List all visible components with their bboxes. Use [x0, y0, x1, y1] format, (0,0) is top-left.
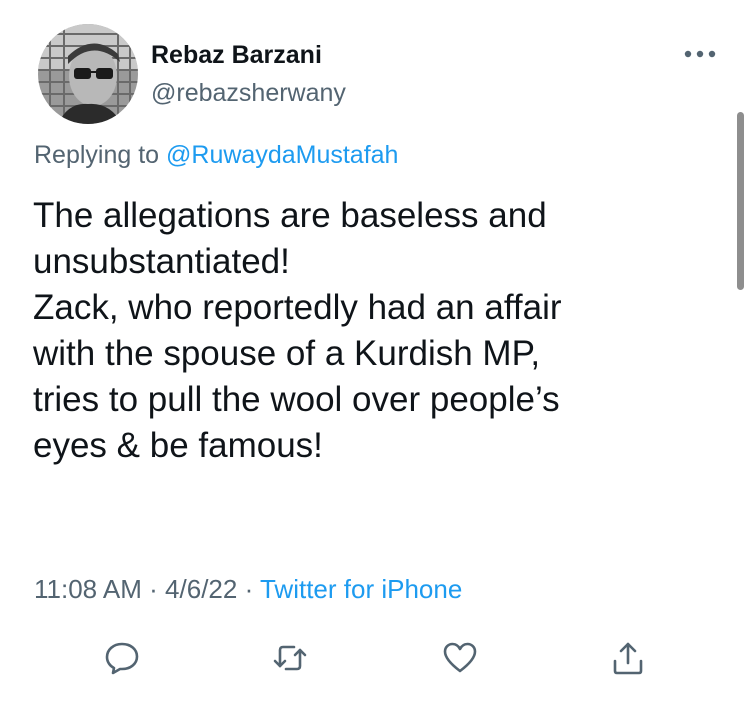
tweet-text-line: with the spouse of a Kurdish MP,	[33, 334, 541, 373]
tweet-text-line: tries to pull the wool over people’s	[33, 380, 560, 419]
reply-mention-link[interactable]: @RuwaydaMustafah	[166, 141, 398, 169]
tweet-date[interactable]: 4/6/22	[165, 574, 237, 604]
user-handle[interactable]: @rebazsherwany	[151, 79, 346, 108]
replying-to: Replying to @RuwaydaMustafah	[34, 141, 398, 170]
tweet-meta: 11:08 AM · 4/6/22 · Twitter for iPhone	[34, 574, 462, 605]
reply-button[interactable]	[102, 638, 142, 678]
more-options-button[interactable]	[682, 44, 718, 64]
share-icon	[613, 642, 643, 675]
tweet-text-line: eyes & be famous!	[33, 426, 323, 465]
meta-separator: ·	[237, 574, 260, 604]
tweet-text-line: unsubstantiated!	[33, 242, 290, 281]
share-button[interactable]	[608, 638, 648, 678]
tweet-source-link[interactable]: Twitter for iPhone	[260, 574, 462, 604]
tweet-text-line: Zack, who reportedly had an affair	[33, 288, 562, 327]
reply-icon	[105, 642, 139, 675]
tweet-time[interactable]: 11:08 AM	[34, 574, 142, 604]
retweet-button[interactable]	[270, 638, 310, 678]
like-button[interactable]	[440, 638, 480, 678]
display-name[interactable]: Rebaz Barzani	[151, 41, 322, 70]
tweet-text-line: The allegations are baseless and	[33, 196, 547, 235]
avatar[interactable]	[38, 24, 138, 124]
retweet-icon	[273, 645, 307, 671]
avatar-photo	[38, 24, 138, 124]
meta-separator: ·	[141, 574, 166, 604]
more-icon	[684, 50, 716, 58]
replying-to-label: Replying to	[34, 141, 167, 169]
scrollbar[interactable]	[737, 112, 744, 290]
heart-icon	[443, 642, 477, 673]
tweet-text: The allegations are baseless and unsubst…	[33, 193, 733, 469]
